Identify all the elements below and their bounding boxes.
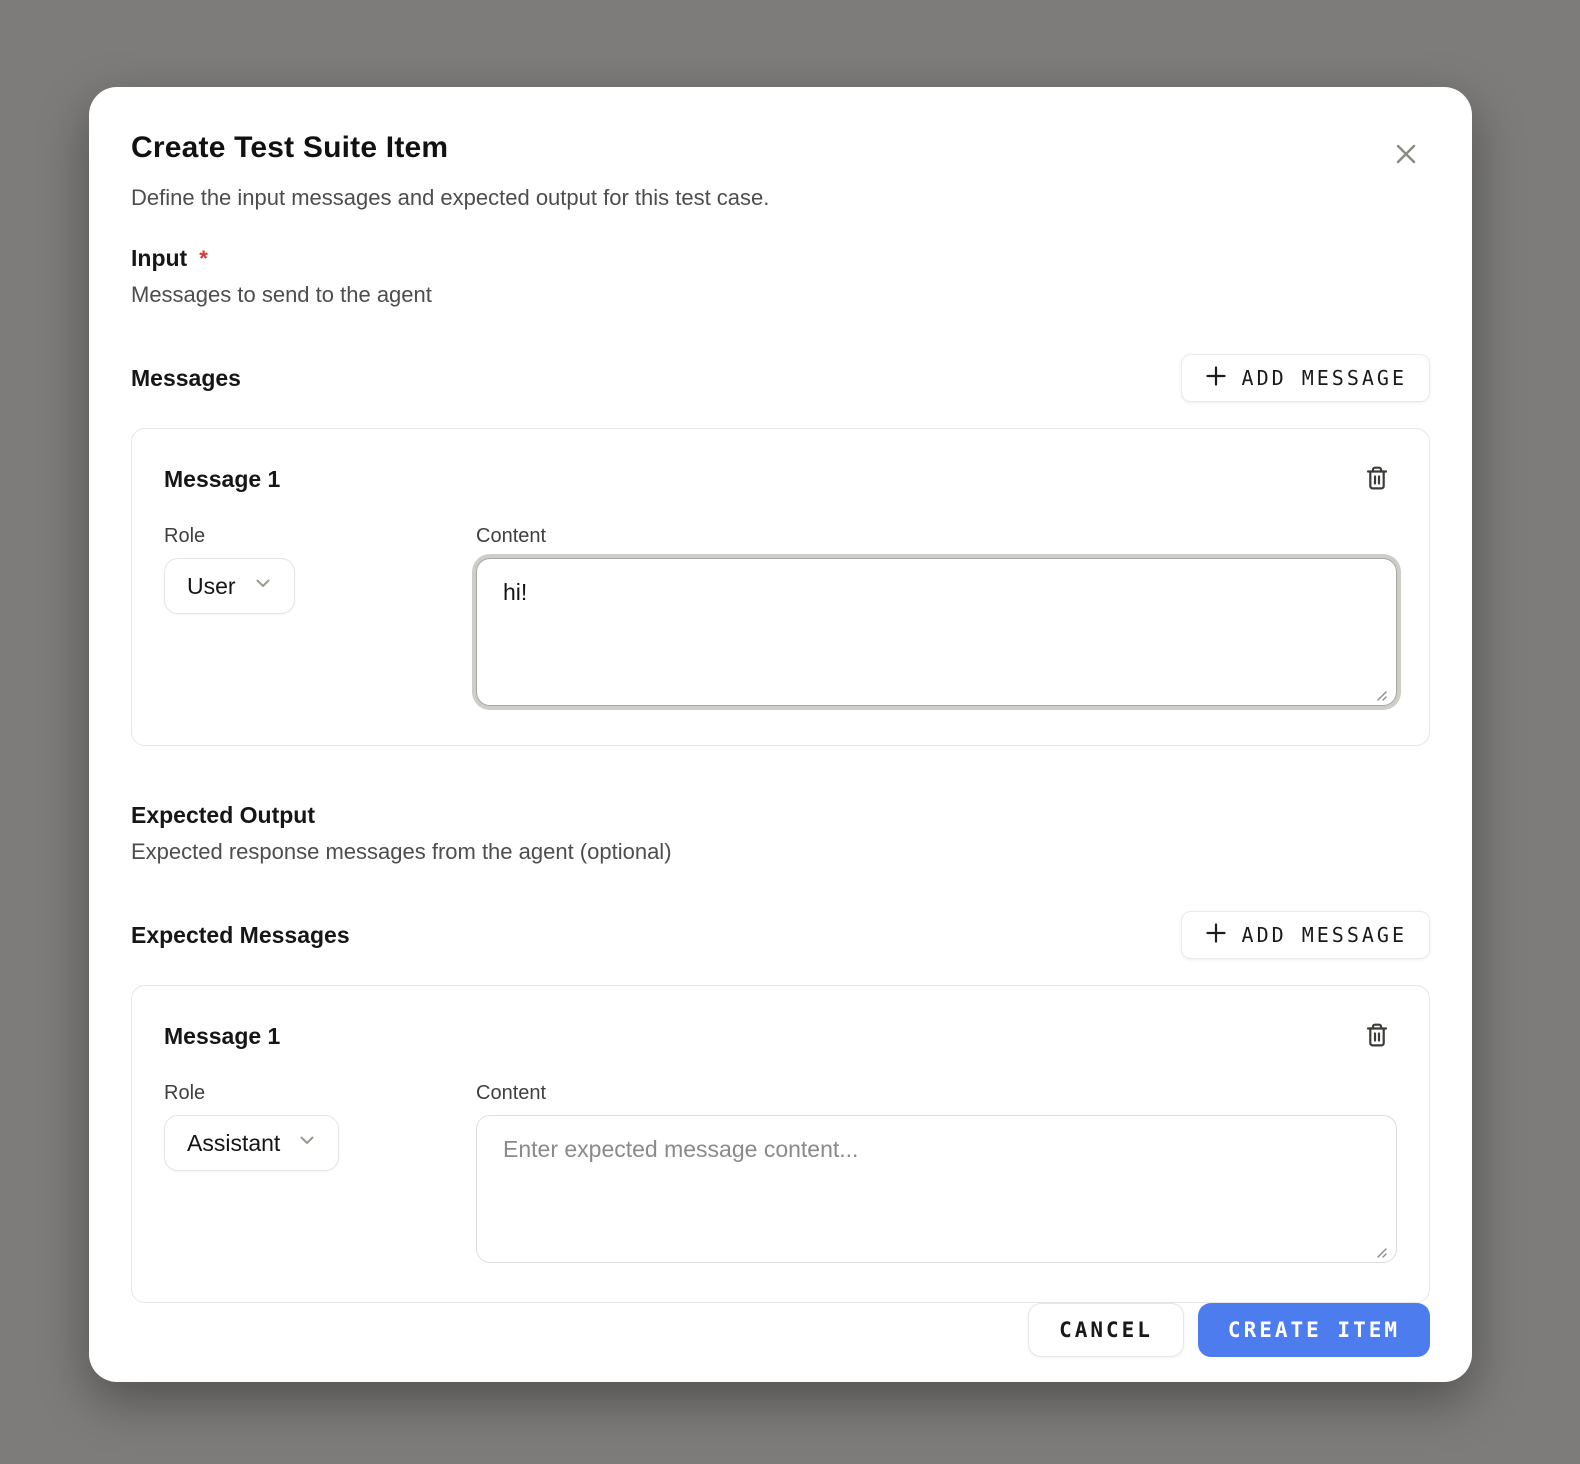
role-field: Role User	[164, 525, 476, 711]
plus-icon	[1204, 921, 1228, 950]
modal-overlay: Create Test Suite Item Define the input …	[0, 0, 1580, 1464]
cancel-button[interactable]: CANCEL	[1028, 1303, 1184, 1357]
input-section-header: Input *	[131, 245, 1430, 272]
add-message-label: ADD MESSAGE	[1242, 366, 1407, 390]
close-icon	[1392, 140, 1420, 171]
expected-section-header: Expected Output	[131, 802, 1430, 829]
expected-content-textarea[interactable]	[476, 1115, 1397, 1263]
dialog-subtitle: Define the input messages and expected o…	[131, 185, 1430, 211]
role-select[interactable]: User	[164, 558, 295, 614]
content-field: Content	[476, 525, 1397, 711]
message-content-textarea[interactable]	[476, 558, 1397, 706]
role-selected-value: Assistant	[187, 1130, 280, 1157]
chevron-down-icon	[296, 1129, 318, 1157]
message-card-body: Role User Content	[164, 525, 1397, 711]
expected-messages-label: Expected Messages	[131, 922, 350, 949]
message-title: Message 1	[164, 1023, 280, 1050]
close-button[interactable]	[1388, 137, 1424, 173]
role-field: Role Assistant	[164, 1082, 476, 1268]
create-item-button[interactable]: CREATE ITEM	[1198, 1303, 1430, 1357]
role-label: Role	[164, 1082, 476, 1105]
messages-header-row: Messages ADD MESSAGE	[131, 354, 1430, 402]
trash-icon	[1362, 1020, 1392, 1053]
content-label: Content	[476, 525, 1397, 548]
add-expected-message-label: ADD MESSAGE	[1242, 923, 1407, 947]
expected-role-select[interactable]: Assistant	[164, 1115, 339, 1171]
dialog-header: Create Test Suite Item	[131, 131, 1430, 165]
message-card-body: Role Assistant Content	[164, 1082, 1397, 1268]
input-message-card: Message 1 Role Use	[131, 428, 1430, 746]
expected-message-card: Message 1 Role Ass	[131, 985, 1430, 1303]
delete-expected-message-button[interactable]	[1357, 1016, 1397, 1056]
required-asterisk: *	[199, 246, 208, 272]
content-label: Content	[476, 1082, 1397, 1105]
trash-icon	[1362, 463, 1392, 496]
input-label: Input	[131, 245, 187, 272]
dialog-title: Create Test Suite Item	[131, 131, 1430, 165]
dialog-footer: CANCEL CREATE ITEM	[131, 1303, 1430, 1357]
add-message-button[interactable]: ADD MESSAGE	[1181, 354, 1430, 402]
messages-label: Messages	[131, 365, 241, 392]
content-field: Content	[476, 1082, 1397, 1268]
plus-icon	[1204, 364, 1228, 393]
delete-message-button[interactable]	[1357, 459, 1397, 499]
message-title: Message 1	[164, 466, 280, 493]
add-expected-message-button[interactable]: ADD MESSAGE	[1181, 911, 1430, 959]
role-selected-value: User	[187, 573, 236, 600]
chevron-down-icon	[252, 572, 274, 600]
expected-description: Expected response messages from the agen…	[131, 839, 1430, 865]
expected-output-label: Expected Output	[131, 802, 315, 829]
input-description: Messages to send to the agent	[131, 282, 1430, 308]
message-card-header: Message 1	[164, 1016, 1397, 1056]
create-test-suite-item-dialog: Create Test Suite Item Define the input …	[89, 87, 1472, 1382]
role-label: Role	[164, 525, 476, 548]
expected-messages-header-row: Expected Messages ADD MESSAGE	[131, 911, 1430, 959]
message-card-header: Message 1	[164, 459, 1397, 499]
